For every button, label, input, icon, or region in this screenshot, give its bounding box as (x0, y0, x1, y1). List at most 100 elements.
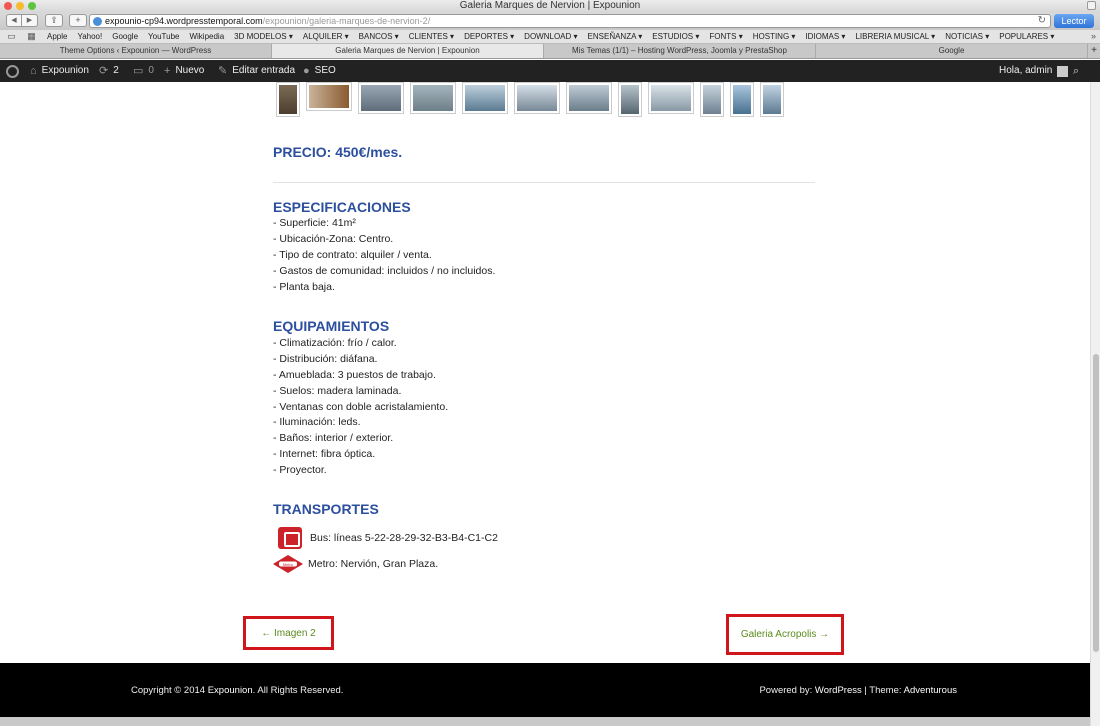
reload-icon[interactable]: ↻ (1038, 15, 1046, 27)
gallery-thumb[interactable] (700, 82, 724, 117)
bookmark-item[interactable]: ENSEÑANZA ▾ (588, 30, 643, 43)
bookmark-item[interactable]: ALQUILER ▾ (303, 30, 349, 43)
bookmark-list: Apple Yahoo! Google YouTube Wikipedia 3D MODE… (47, 30, 1064, 43)
list-item: - Internet: fibra óptica. (273, 448, 376, 461)
rights-text: . All Rights Reserved. (252, 685, 344, 696)
bookmark-item[interactable]: LIBRERIA MUSICAL ▾ (855, 30, 935, 43)
transport-heading: TRANSPORTES (273, 501, 379, 517)
bookmark-item[interactable]: BANCOS ▾ (359, 30, 399, 43)
bookmark-item[interactable]: POPULARES ▾ (999, 30, 1054, 43)
admin-edit-post[interactable]: ✎ Editar entrada (218, 60, 295, 82)
theme-link[interactable]: Adventurous (904, 685, 957, 696)
admin-site-link[interactable]: ⌂ Expounion (30, 60, 89, 82)
bookmark-item[interactable]: YouTube (148, 30, 179, 43)
bookmark-item[interactable]: FONTS ▾ (709, 30, 742, 43)
gallery-thumb[interactable] (760, 82, 784, 117)
admin-site-name: Expounion (41, 65, 89, 76)
bus-icon (278, 527, 302, 549)
bookmark-item[interactable]: DEPORTES ▾ (464, 30, 514, 43)
list-item: - Superficie: 41m² (273, 217, 356, 229)
copyright-text: Copyright © 2014 (131, 685, 206, 696)
window-titlebar: Galeria Marques de Nervion | Expounion (0, 0, 1100, 13)
previous-post-link[interactable]: ← Imagen 2 (243, 616, 334, 650)
list-item: - Iluminación: leds. (273, 416, 361, 429)
gallery-thumb[interactable] (410, 82, 456, 114)
url-host: expounio-cp94.wordpresstemporal.com (105, 16, 263, 26)
scrollbar-thumb[interactable] (1093, 354, 1099, 652)
specs-list: - Superficie: 41m² - Ubicación-Zona: Cent… (273, 216, 495, 295)
gallery-thumb[interactable] (566, 82, 612, 114)
bookmark-item[interactable]: Google (112, 30, 138, 43)
admin-account[interactable]: Hola, admin (999, 60, 1069, 82)
bookmark-item[interactable]: NOTICIAS ▾ (945, 30, 989, 43)
window-controls (4, 2, 36, 10)
site-footer: Copyright © 2014 Expounion. All Rights R… (0, 663, 1090, 717)
gallery-thumb[interactable] (730, 82, 754, 117)
grid-icon[interactable]: ▦ (26, 32, 37, 41)
tab-mis-temas[interactable]: Mis Temas (1/1) – Hosting WordPress, Joo… (544, 44, 816, 58)
admin-seo[interactable]: ● SEO (303, 60, 336, 82)
gallery-thumb[interactable] (276, 82, 300, 117)
gallery-thumb[interactable] (358, 82, 404, 114)
seo-label: SEO (314, 65, 336, 76)
svg-text:Metro: Metro (283, 562, 294, 567)
admin-updates[interactable]: ⟳ 2 (99, 60, 119, 82)
plus-icon: + (164, 65, 171, 77)
updates-count: 2 (113, 65, 119, 76)
page-content: PRECIO: 450€/mes. ESPECIFICACIONES - Sup… (0, 82, 1090, 663)
bookmark-item[interactable]: HOSTING ▾ (753, 30, 796, 43)
list-item: - Suelos: madera laminada. (273, 384, 402, 397)
tab-theme-options[interactable]: Theme Options ‹ Expounion — WordPress (0, 44, 272, 58)
list-item: - Climatización: frío / calor. (273, 337, 397, 349)
address-bar[interactable]: expounio-cp94.wordpresstemporal.com/expo… (89, 14, 1051, 28)
bookmark-item[interactable]: ESTUDIOS ▾ (652, 30, 699, 43)
greeting: Hola, admin (999, 65, 1053, 76)
bookmarks-bar: ▭ ▦ Apple Yahoo! Google YouTube Wikipedia 3D … (0, 30, 1100, 44)
list-item: - Baños: interior / exterior. (273, 432, 394, 445)
bookmark-item[interactable]: Apple (47, 30, 67, 43)
gallery-thumb[interactable] (648, 82, 694, 114)
bookmark-item[interactable]: IDIOMAS ▾ (805, 30, 845, 43)
zoom-window-button[interactable] (28, 2, 36, 10)
more-bookmarks-icon[interactable]: » (1091, 30, 1096, 43)
gallery-thumb[interactable] (514, 82, 560, 114)
bookmark-item[interactable]: Yahoo! (77, 30, 102, 43)
globe-icon (93, 17, 102, 26)
powered-text: Powered by: (759, 685, 813, 696)
admin-search-icon[interactable]: ⌕ (1073, 60, 1079, 82)
gallery-thumb[interactable] (618, 82, 642, 117)
admin-new[interactable]: + Nuevo (164, 60, 204, 82)
price-heading: PRECIO: 450€/mes. (273, 144, 403, 160)
book-icon[interactable]: ▭ (6, 32, 17, 41)
bookmark-item[interactable]: 3D MODELOS ▾ (234, 30, 293, 43)
share-icon[interactable]: ⇪ (45, 14, 63, 27)
updates-icon: ⟳ (99, 65, 109, 77)
admin-comments[interactable]: ▭ 0 (133, 60, 154, 82)
bookmark-item[interactable]: CLIENTES ▾ (409, 30, 454, 43)
metro-text: Metro: Nervión, Gran Plaza. (308, 558, 439, 570)
page-scrollbar[interactable] (1090, 82, 1100, 726)
bookmark-item[interactable]: Wikipedia (189, 30, 224, 43)
url-path: /expounion/galeria-marques-de-nervion-2/ (262, 16, 431, 26)
browser-toolbar: ◀ ▶ ⇪ + expounio-cp94.wordpresstemporal.… (0, 13, 1100, 30)
close-window-button[interactable] (4, 2, 12, 10)
list-item: - Gastos de comunidad: incluidos / no in… (273, 264, 496, 277)
footer-site-link[interactable]: Expounion (208, 685, 253, 696)
next-post-link[interactable]: Galeria Acropolis → (726, 614, 844, 655)
minimize-window-button[interactable] (16, 2, 24, 10)
tab-google[interactable]: Google (816, 44, 1088, 58)
gallery-thumb[interactable] (306, 82, 352, 111)
wordpress-link[interactable]: WordPress (815, 685, 862, 696)
tab-galeria[interactable]: Galeria Marques de Nervion | Expounion (272, 44, 544, 58)
bookmark-item[interactable]: DOWNLOAD ▾ (524, 30, 577, 43)
fullscreen-button[interactable] (1087, 1, 1096, 10)
new-tab-icon[interactable]: + (69, 14, 87, 27)
gallery-thumb[interactable] (462, 82, 508, 114)
reader-button[interactable]: Lector (1054, 14, 1094, 28)
footer-copyright: Copyright © 2014 Expounion. All Rights R… (131, 685, 343, 696)
back-icon[interactable]: ◀ (6, 14, 22, 27)
wordpress-logo-icon[interactable] (6, 60, 19, 82)
forward-icon[interactable]: ▶ (22, 14, 38, 27)
add-tab-icon[interactable]: + (1088, 44, 1100, 58)
gallery-thumbnails (276, 82, 784, 117)
